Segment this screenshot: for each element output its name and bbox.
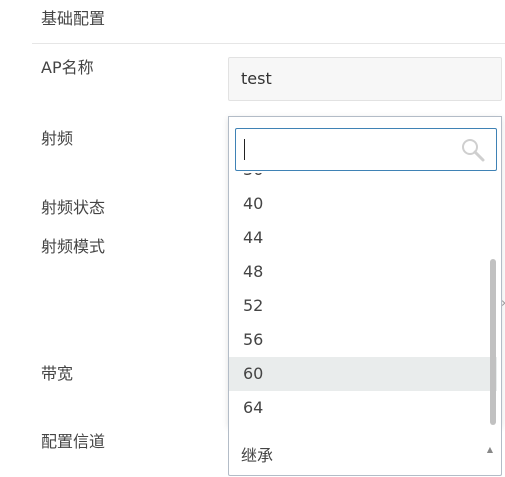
radio-status-label: 射频状态 xyxy=(41,198,106,217)
ap-name-label: AP名称 xyxy=(41,58,94,77)
channel-select-value: 继承 xyxy=(241,446,274,465)
option-56[interactable]: 56 xyxy=(229,323,497,357)
channel-dropdown: 36 40444852566064 xyxy=(228,116,502,426)
arrow-up-icon: ▲ xyxy=(486,445,493,454)
scrollbar-thumb[interactable] xyxy=(490,259,496,425)
search-icon xyxy=(462,139,485,162)
option-40[interactable]: 40 xyxy=(229,187,497,221)
text-caret xyxy=(244,139,245,160)
option-60[interactable]: 60 xyxy=(229,357,497,391)
ap-name-field[interactable]: test xyxy=(228,57,502,101)
options-list[interactable]: 36 40444852566064 xyxy=(229,173,497,426)
option-52[interactable]: 52 xyxy=(229,289,497,323)
section-title: 基础配置 xyxy=(41,9,106,28)
bandwidth-label: 带宽 xyxy=(41,364,74,383)
channel-label: 配置信道 xyxy=(41,432,106,451)
option-64[interactable]: 64 xyxy=(229,391,497,425)
radio-mode-label: 射频模式 xyxy=(41,237,106,256)
divider xyxy=(32,43,505,44)
channel-select[interactable]: 继承 ▲ xyxy=(228,426,502,476)
option-44[interactable]: 44 xyxy=(229,221,497,255)
option-partial[interactable]: 36 xyxy=(229,173,497,187)
option-48[interactable]: 48 xyxy=(229,255,497,289)
radio-label: 射频 xyxy=(41,129,74,148)
dropdown-search-input[interactable] xyxy=(235,128,497,171)
